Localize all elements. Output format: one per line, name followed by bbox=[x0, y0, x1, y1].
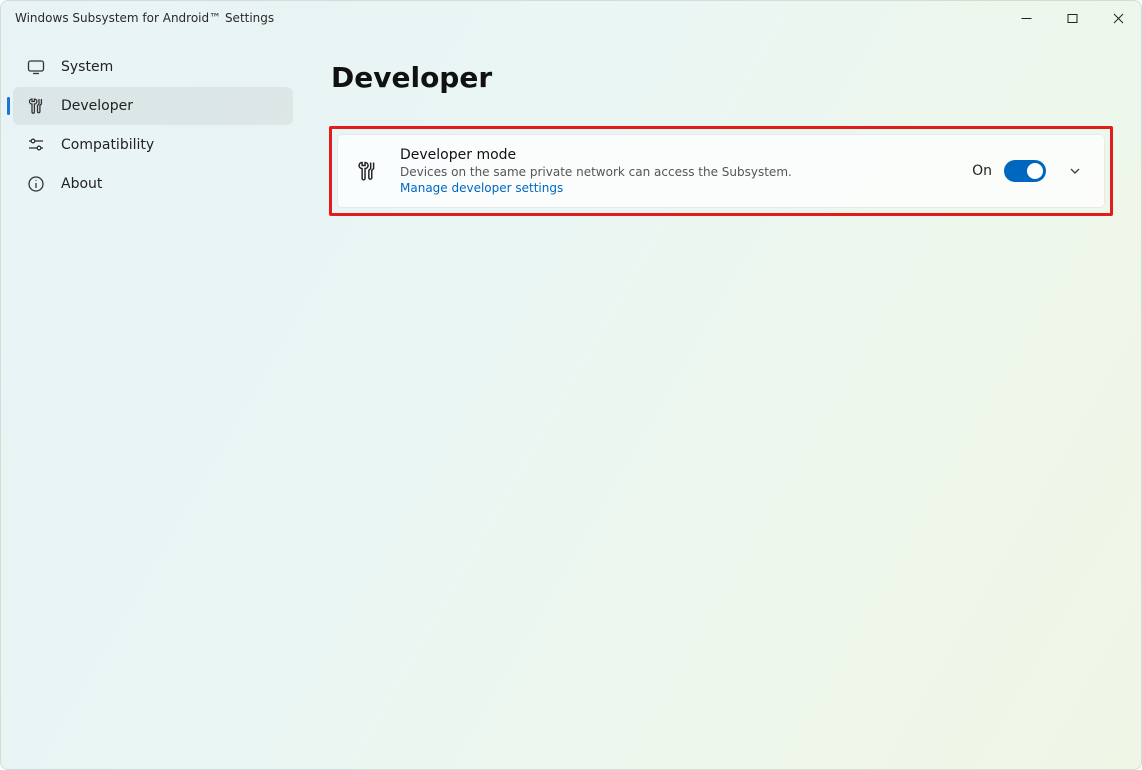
maximize-button[interactable] bbox=[1049, 1, 1095, 35]
sidebar: System Developer Compa bbox=[1, 35, 301, 769]
sidebar-item-label: About bbox=[61, 176, 102, 192]
developer-mode-card[interactable]: Developer mode Devices on the same priva… bbox=[337, 134, 1105, 208]
info-icon bbox=[27, 175, 45, 193]
card-text: Developer mode Devices on the same priva… bbox=[400, 147, 956, 195]
page-title: Developer bbox=[331, 61, 1113, 94]
sidebar-item-label: System bbox=[61, 59, 113, 75]
sidebar-item-developer[interactable]: Developer bbox=[13, 87, 293, 125]
window-title: Windows Subsystem for Android™ Settings bbox=[15, 1, 274, 35]
tools-icon bbox=[356, 160, 378, 182]
sidebar-item-label: Developer bbox=[61, 98, 133, 114]
close-icon bbox=[1113, 13, 1124, 24]
window-body: System Developer Compa bbox=[1, 35, 1141, 769]
developer-mode-toggle[interactable] bbox=[1004, 160, 1046, 182]
caption-buttons bbox=[1003, 1, 1141, 35]
card-title: Developer mode bbox=[400, 147, 956, 163]
manage-developer-settings-link[interactable]: Manage developer settings bbox=[400, 181, 563, 195]
minimize-button[interactable] bbox=[1003, 1, 1049, 35]
sidebar-item-about[interactable]: About bbox=[13, 165, 293, 203]
app-window: Windows Subsystem for Android™ Settings bbox=[0, 0, 1142, 770]
titlebar: Windows Subsystem for Android™ Settings bbox=[1, 1, 1141, 35]
sidebar-item-compatibility[interactable]: Compatibility bbox=[13, 126, 293, 164]
tools-icon bbox=[27, 97, 45, 115]
toggle-thumb bbox=[1027, 163, 1043, 179]
sliders-icon bbox=[27, 136, 45, 154]
sidebar-item-label: Compatibility bbox=[61, 137, 154, 153]
toggle-group: On bbox=[972, 160, 1046, 182]
highlight-annotation: Developer mode Devices on the same priva… bbox=[329, 126, 1113, 216]
maximize-icon bbox=[1067, 13, 1078, 24]
toggle-state-label: On bbox=[972, 163, 992, 179]
main-content: Developer Developer mode Devices on the … bbox=[301, 35, 1141, 769]
sidebar-item-system[interactable]: System bbox=[13, 48, 293, 86]
card-subtitle: Devices on the same private network can … bbox=[400, 165, 956, 179]
display-icon bbox=[27, 58, 45, 76]
close-button[interactable] bbox=[1095, 1, 1141, 35]
minimize-icon bbox=[1021, 13, 1032, 24]
chevron-down-icon bbox=[1068, 164, 1082, 178]
